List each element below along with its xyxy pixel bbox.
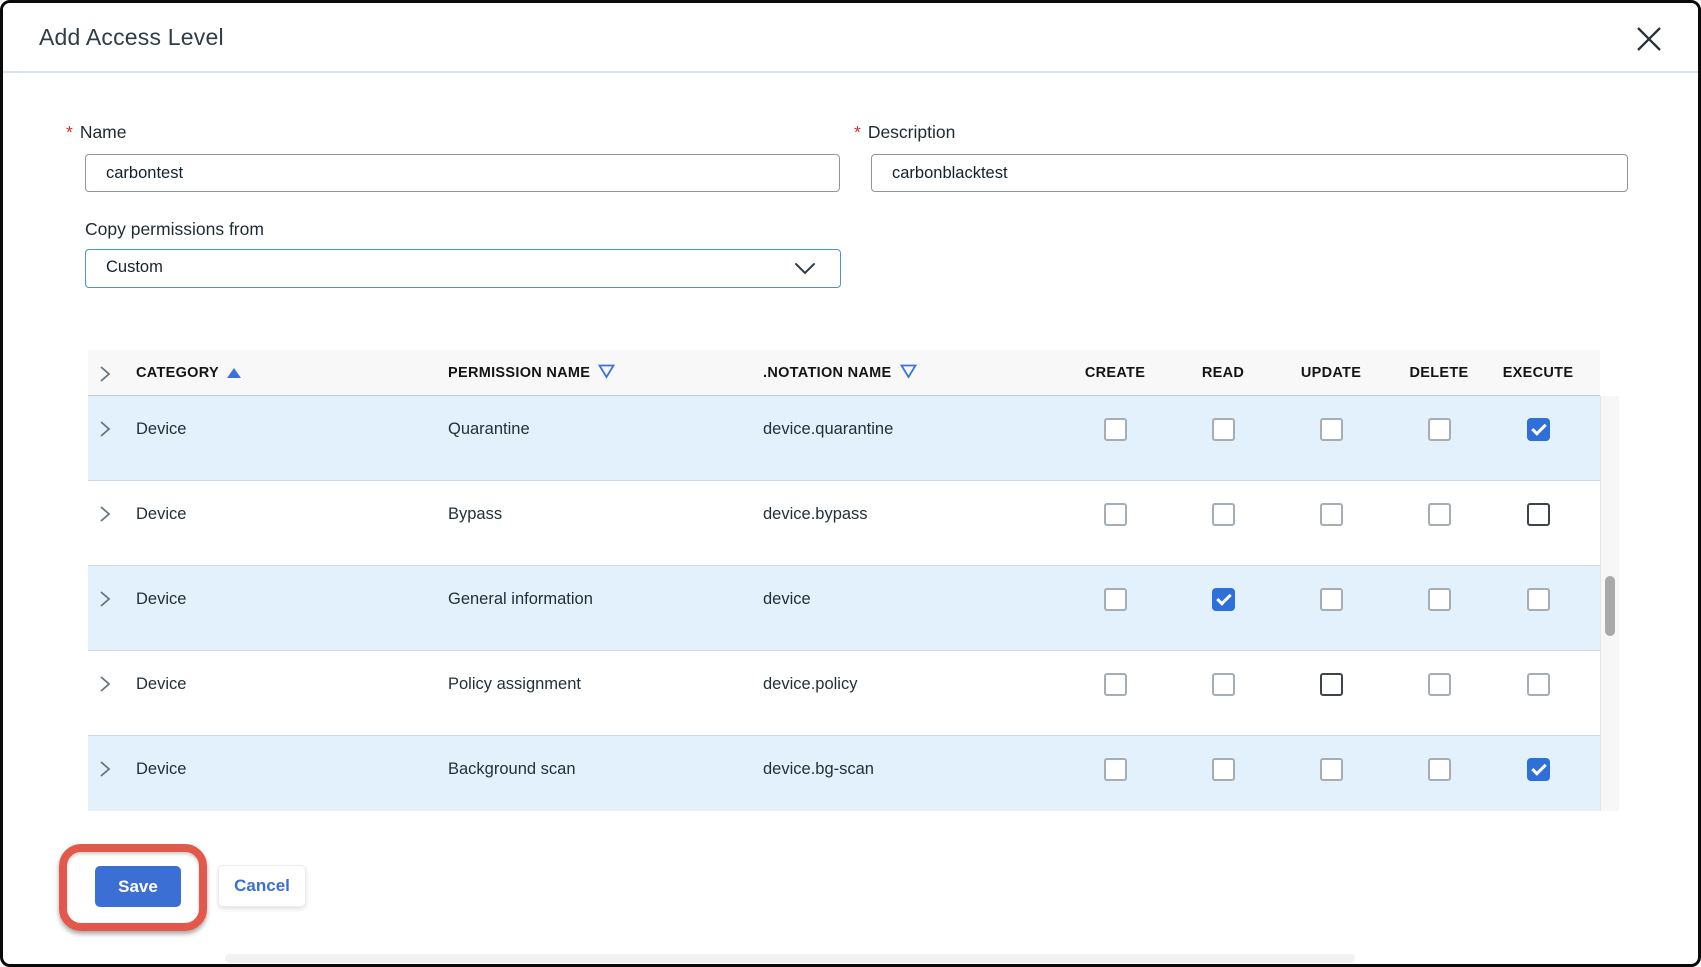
column-header-category[interactable]: CATEGORY [136,350,241,396]
table-row: Device General information device [88,566,1600,651]
expand-row-chevron-icon[interactable] [99,505,111,528]
notation-cell: device.bypass [763,505,868,524]
expand-row-chevron-icon[interactable] [99,760,111,783]
description-input[interactable] [871,154,1628,192]
modal-title: Add Access Level [39,24,224,51]
permission-cell: Policy assignment [448,675,581,694]
filter-icon [598,367,615,383]
execute-checkbox[interactable] [1527,673,1550,696]
notation-cell: device.bg-scan [763,760,874,779]
column-header-notation-name[interactable]: .NOTATION NAME [763,350,917,396]
expand-row-chevron-icon[interactable] [99,420,111,443]
execute-checkbox[interactable] [1527,588,1550,611]
header-divider [3,71,1698,73]
expand-all-chevron-icon[interactable] [99,365,111,388]
delete-checkbox[interactable] [1428,418,1451,441]
save-button[interactable]: Save [95,866,181,907]
category-cell: Device [136,420,186,439]
update-checkbox[interactable] [1320,758,1343,781]
column-header-delete[interactable]: DELETE [1410,350,1469,396]
close-icon [1634,42,1664,57]
permission-cell: Quarantine [448,420,530,439]
read-checkbox[interactable] [1212,503,1235,526]
notation-cell: device.policy [763,675,857,694]
read-checkbox[interactable] [1212,588,1235,611]
category-cell: Device [136,675,186,694]
column-header-read[interactable]: READ [1202,350,1244,396]
sort-ascending-icon [227,368,241,378]
delete-checkbox[interactable] [1428,503,1451,526]
expand-row-chevron-icon[interactable] [99,675,111,698]
create-checkbox[interactable] [1104,673,1127,696]
filter-icon [900,367,917,383]
permissions-table-body: Device Quarantine device.quarantine Devi… [88,396,1600,811]
notation-cell: device [763,590,811,609]
cancel-button[interactable]: Cancel [218,865,306,907]
create-checkbox[interactable] [1104,503,1127,526]
read-checkbox[interactable] [1212,418,1235,441]
read-checkbox[interactable] [1212,673,1235,696]
column-header-update[interactable]: UPDATE [1301,350,1361,396]
update-checkbox[interactable] [1320,503,1343,526]
read-checkbox[interactable] [1212,758,1235,781]
delete-checkbox[interactable] [1428,588,1451,611]
required-asterisk: * [854,122,861,142]
copy-permissions-select[interactable]: Custom [85,249,841,288]
execute-checkbox[interactable] [1527,418,1550,441]
modal-header: Add Access Level [3,3,1698,71]
permission-cell: Background scan [448,760,576,779]
page-background-strip [225,954,1355,963]
permission-cell: Bypass [448,505,502,524]
delete-checkbox[interactable] [1428,758,1451,781]
update-checkbox[interactable] [1320,588,1343,611]
table-row: Device Quarantine device.quarantine [88,396,1600,481]
name-label: *Name [66,122,127,143]
create-checkbox[interactable] [1104,418,1127,441]
expand-row-chevron-icon[interactable] [99,590,111,613]
create-checkbox[interactable] [1104,588,1127,611]
chevron-down-icon [794,262,816,281]
required-asterisk: * [66,122,73,142]
copy-permissions-label: Copy permissions from [85,219,264,240]
description-label: *Description [854,122,955,143]
create-checkbox[interactable] [1104,758,1127,781]
category-cell: Device [136,505,186,524]
update-checkbox[interactable] [1320,418,1343,441]
column-header-permission-name[interactable]: PERMISSION NAME [448,350,615,396]
execute-checkbox[interactable] [1527,758,1550,781]
table-row: Device Bypass device.bypass [88,481,1600,566]
table-scrollbar-thumb[interactable] [1605,576,1615,636]
permissions-table-header: CATEGORY PERMISSION NAME .NOTATION NAME … [88,350,1600,396]
copy-permissions-selected-value: Custom [106,258,163,277]
table-row: Device Background scan device.bg-scan [88,736,1600,811]
column-header-create[interactable]: CREATE [1085,350,1145,396]
add-access-level-modal: Add Access Level *Name *Description Copy… [0,0,1701,967]
notation-cell: device.quarantine [763,420,893,439]
column-header-execute[interactable]: EXECUTE [1503,350,1574,396]
close-button[interactable] [1632,23,1666,57]
execute-checkbox[interactable] [1527,503,1550,526]
delete-checkbox[interactable] [1428,673,1451,696]
category-cell: Device [136,760,186,779]
name-input[interactable] [85,154,840,192]
update-checkbox[interactable] [1320,673,1343,696]
category-cell: Device [136,590,186,609]
table-row: Device Policy assignment device.policy [88,651,1600,736]
permission-cell: General information [448,590,593,609]
table-scrollbar-track[interactable] [1600,396,1619,811]
